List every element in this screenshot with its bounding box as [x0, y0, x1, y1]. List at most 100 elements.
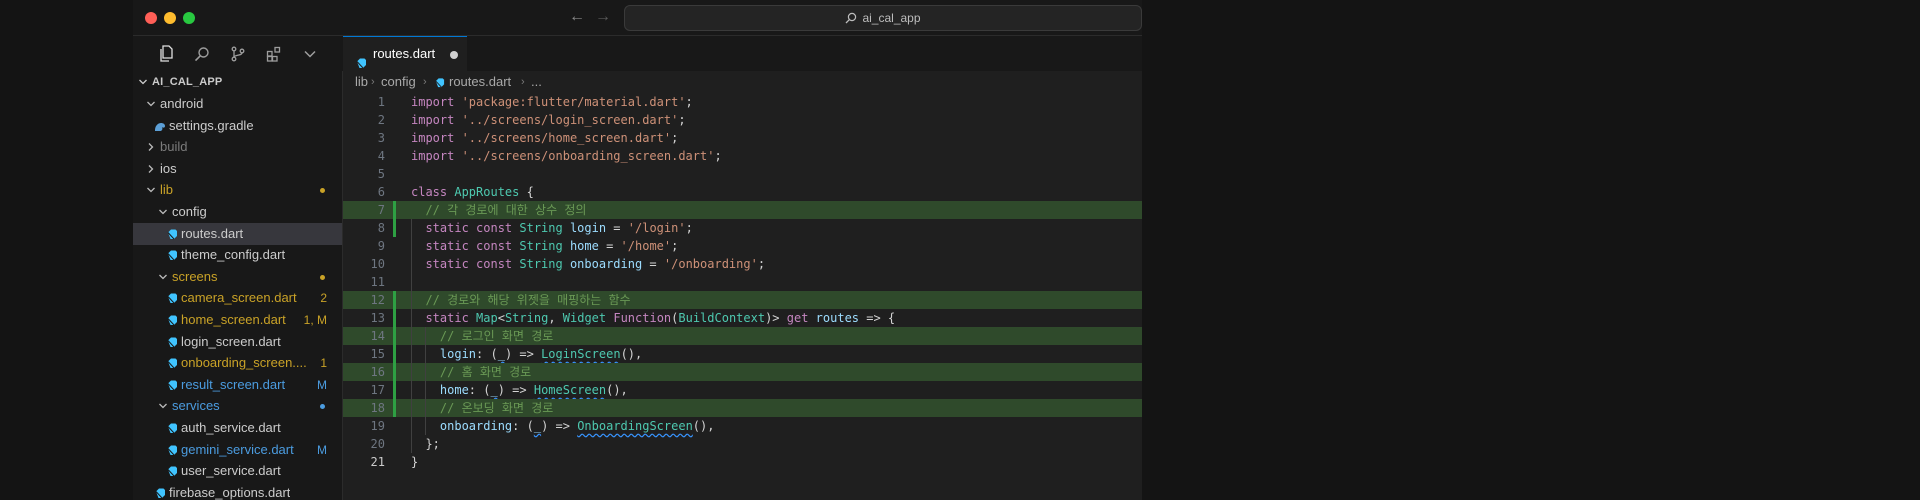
file-routes-dart[interactable]: routes.dart: [133, 222, 342, 245]
git-change-marker: [393, 399, 396, 417]
line-number: 19: [370, 419, 385, 433]
search-icon[interactable]: [193, 45, 211, 63]
close-window-button[interactable]: [145, 12, 157, 24]
breadcrumb-item-lib[interactable]: lib: [355, 71, 368, 93]
line-number: 13: [370, 311, 385, 325]
explorer-root-folder[interactable]: AI_CAL_APP: [133, 71, 342, 93]
vscode-window: ← → ai_cal_app AI_CAL_APP android settin…: [133, 0, 1142, 500]
line-number: 5: [377, 167, 385, 181]
line-number: 2: [377, 113, 385, 127]
breadcrumb-item-routes-dart[interactable]: routes.dart: [449, 71, 511, 93]
activity-bar: [133, 36, 343, 71]
dart-file-icon: [434, 77, 445, 89]
folder-android[interactable]: android: [133, 93, 342, 115]
minimize-window-button[interactable]: [164, 12, 176, 24]
maximize-window-button[interactable]: [183, 12, 195, 24]
file-settings-gradle[interactable]: settings.gradle: [133, 115, 342, 137]
code-line: 21}: [343, 453, 1142, 471]
explorer-icon[interactable]: [157, 45, 175, 63]
code-text: // 홈 화면 경로: [411, 365, 532, 379]
breadcrumb: lib › config › routes.dart › ...: [343, 71, 1142, 93]
tree-item-label: theme_config.dart: [181, 247, 286, 263]
code-editor[interactable]: 1 import 'package:flutter/material.dart';…: [343, 93, 1142, 500]
chevron-right-icon: [145, 158, 157, 180]
file-firebase-options-dart[interactable]: firebase_options.dart: [133, 482, 342, 500]
code-line: 4 import '../screens/onboarding_screen.da…: [343, 147, 1142, 165]
tree-item-label: android: [160, 96, 204, 111]
code-line: 12 // 경로와 해당 위젯을 매핑하는 함수: [343, 291, 1142, 309]
code-line: 15 login: (_) => LoginScreen(),: [343, 345, 1142, 363]
unsaved-dot-icon[interactable]: [450, 51, 458, 59]
git-status-badge: 1, M: [303, 313, 327, 327]
file-onboarding-screen[interactable]: onboarding_screen.... 1: [133, 352, 342, 374]
search-icon: [845, 12, 857, 24]
code-line: 20 };: [343, 435, 1142, 453]
code-line: 1 import 'package:flutter/material.dart';: [343, 93, 1142, 111]
tree-item-label: firebase_options.dart: [169, 484, 291, 500]
file-user-service-dart[interactable]: user_service.dart: [133, 460, 342, 482]
line-number: 10: [370, 257, 385, 271]
code-line: 5: [343, 165, 1142, 183]
file-gemini-service-dart[interactable]: gemini_service.dart M: [133, 439, 342, 461]
code-text: home: (_) => HomeScreen(),: [411, 383, 628, 397]
tree-item-label: lib: [160, 182, 174, 198]
code-text: // 각 경로에 대한 상수 정의: [411, 203, 587, 217]
code-line: 11: [343, 273, 1142, 291]
file-result-screen-dart[interactable]: result_screen.dart M: [133, 374, 342, 396]
tree-item-label: camera_screen.dart: [181, 290, 297, 306]
tab-routes-dart[interactable]: routes.dart: [343, 36, 467, 71]
extensions-icon[interactable]: [265, 45, 283, 63]
file-auth-service-dart[interactable]: auth_service.dart: [133, 417, 342, 439]
dart-file-icon: [153, 482, 167, 500]
code-text: static const String home = '/home';: [411, 239, 679, 253]
folder-build[interactable]: build: [133, 136, 342, 158]
code-line: 16 // 홈 화면 경로: [343, 363, 1142, 381]
line-number: 15: [370, 347, 385, 361]
file-theme-config-dart[interactable]: theme_config.dart: [133, 244, 342, 266]
tree-item-label: auth_service.dart: [181, 420, 281, 435]
code-line: 17 home: (_) => HomeScreen(),: [343, 381, 1142, 399]
code-line: 3 import '../screens/home_screen.dart';: [343, 129, 1142, 147]
line-number: 21: [370, 455, 385, 469]
folder-config[interactable]: config: [133, 201, 342, 223]
breadcrumb-item-more[interactable]: ...: [531, 71, 542, 93]
source-control-icon[interactable]: [229, 45, 247, 63]
git-change-marker: [393, 309, 396, 327]
code-text: // 로그인 화면 경로: [411, 329, 554, 343]
modified-dot-icon: [320, 404, 325, 410]
dart-file-icon: [165, 439, 179, 461]
line-number: 6: [377, 185, 385, 199]
explorer-sidebar: AI_CAL_APP android settings.gradle build io…: [133, 71, 343, 500]
code-text: import '../screens/home_screen.dart';: [411, 131, 679, 145]
file-login-screen-dart[interactable]: login_screen.dart: [133, 331, 342, 353]
chevron-down-icon: [145, 179, 157, 201]
chevron-right-icon: ›: [423, 76, 427, 88]
git-change-marker: [393, 327, 396, 345]
line-number: 4: [377, 149, 385, 163]
tab-label: routes.dart: [373, 46, 436, 61]
line-number: 11: [370, 275, 385, 289]
line-number: 1: [377, 95, 385, 109]
file-home-screen-dart[interactable]: home_screen.dart 1, M: [133, 309, 342, 331]
dart-file-icon: [165, 374, 179, 396]
tree-item-label: config: [172, 204, 207, 219]
code-text: // 온보딩 화면 경로: [411, 401, 554, 415]
code-text: static const String login = '/login';: [411, 221, 693, 235]
tree-item-label: home_screen.dart: [181, 312, 286, 327]
code-text: onboarding: (_) => OnboardingScreen(),: [411, 419, 715, 433]
chevron-down-icon[interactable]: [301, 45, 319, 63]
command-center-search[interactable]: ai_cal_app: [624, 5, 1142, 31]
breadcrumb-item-config[interactable]: config: [381, 71, 416, 93]
folder-lib[interactable]: lib: [133, 179, 342, 201]
code-line: 18 // 온보딩 화면 경로: [343, 399, 1142, 417]
file-camera-screen-dart[interactable]: camera_screen.dart 2: [133, 287, 342, 309]
title-bar: ← → ai_cal_app: [133, 0, 1142, 36]
forward-arrow-icon[interactable]: →: [595, 7, 611, 27]
explorer-root-label: AI_CAL_APP: [152, 76, 223, 88]
folder-services[interactable]: services: [133, 395, 342, 417]
editor-tab-bar: routes.dart: [343, 36, 1142, 71]
folder-screens[interactable]: screens: [133, 266, 342, 288]
back-arrow-icon[interactable]: ←: [569, 7, 585, 27]
git-change-marker: [393, 291, 396, 309]
folder-ios[interactable]: ios: [133, 158, 342, 180]
